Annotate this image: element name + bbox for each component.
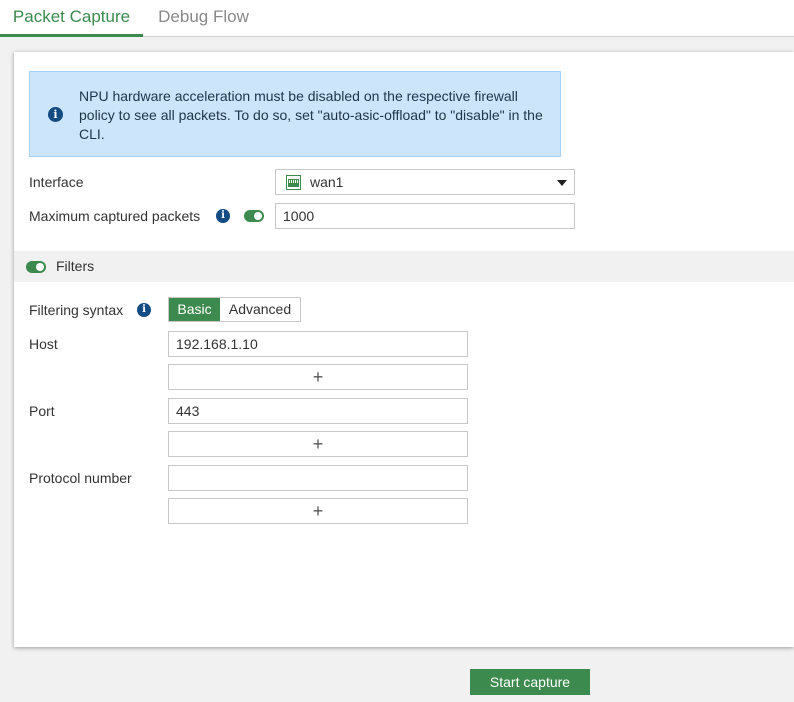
interface-value: wan1	[310, 174, 344, 190]
add-protocol-button[interactable]: +	[168, 498, 468, 524]
filtering-syntax-label: Filtering syntax	[29, 302, 124, 318]
filters-section-header: Filters	[14, 251, 794, 282]
host-input[interactable]	[168, 331, 468, 357]
network-port-icon	[286, 175, 301, 193]
syntax-basic-button[interactable]: Basic	[169, 298, 220, 321]
filters-toggle[interactable]	[26, 261, 46, 273]
npu-notice: i NPU hardware acceleration must be disa…	[29, 71, 561, 157]
filters-label: Filters	[56, 258, 95, 274]
tab-bar: Packet Capture Debug Flow	[0, 0, 794, 37]
port-input[interactable]	[168, 398, 468, 424]
port-label: Port	[29, 403, 55, 419]
protocol-number-label: Protocol number	[29, 470, 132, 486]
packet-capture-panel: i NPU hardware acceleration must be disa…	[14, 52, 794, 647]
max-packets-toggle[interactable]	[244, 210, 264, 222]
syntax-advanced-button[interactable]: Advanced	[220, 298, 300, 321]
info-icon: i	[48, 107, 63, 122]
tab-debug-flow[interactable]: Debug Flow	[143, 0, 264, 37]
add-host-button[interactable]: +	[168, 364, 468, 390]
host-label: Host	[29, 336, 58, 352]
start-capture-button[interactable]: Start capture	[470, 669, 590, 695]
chevron-down-icon	[557, 180, 567, 186]
max-packets-info-icon[interactable]: i	[216, 209, 230, 223]
tab-packet-capture[interactable]: Packet Capture	[0, 0, 143, 37]
protocol-number-input[interactable]	[168, 465, 468, 491]
max-packets-label: Maximum captured packets	[29, 208, 201, 224]
filtering-syntax-switch: Basic Advanced	[168, 297, 301, 322]
filtering-syntax-info-icon[interactable]: i	[137, 303, 151, 317]
max-packets-input[interactable]	[275, 203, 575, 229]
interface-label: Interface	[29, 174, 84, 190]
interface-select[interactable]: wan1	[275, 169, 575, 195]
add-port-button[interactable]: +	[168, 431, 468, 457]
notice-text: NPU hardware acceleration must be disabl…	[79, 88, 543, 142]
